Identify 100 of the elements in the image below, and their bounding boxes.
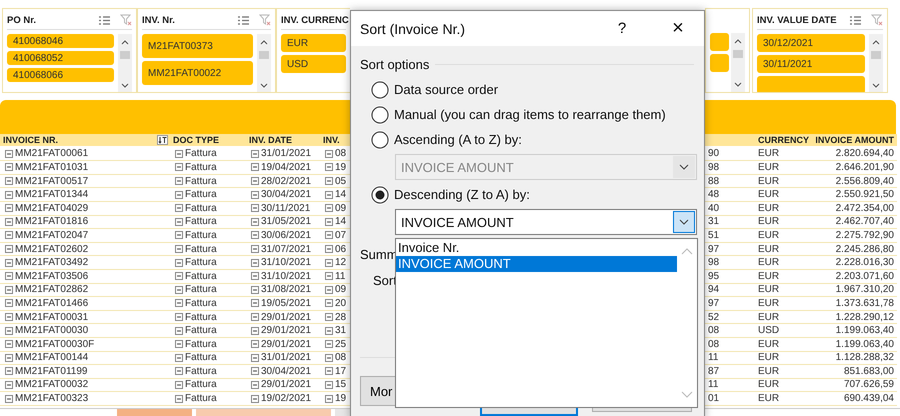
collapse-icon[interactable]: [175, 245, 183, 254]
collapse-icon[interactable]: [251, 340, 259, 348]
collapse-icon[interactable]: [325, 204, 333, 212]
collapse-icon[interactable]: [325, 394, 333, 403]
collapse-icon[interactable]: [5, 204, 13, 212]
collapse-icon[interactable]: [175, 218, 183, 226]
collapse-icon[interactable]: [5, 380, 13, 389]
multi-select-icon[interactable]: [849, 14, 861, 26]
collapse-icon[interactable]: [5, 258, 13, 267]
collapse-icon[interactable]: [5, 245, 13, 254]
collapse-icon[interactable]: [175, 272, 183, 280]
scrollbar-icon[interactable]: [257, 34, 271, 92]
collapse-icon[interactable]: [251, 394, 259, 403]
collapse-icon[interactable]: [5, 299, 13, 308]
collapse-icon[interactable]: [325, 286, 333, 294]
collapse-icon[interactable]: [175, 231, 183, 240]
collapse-icon[interactable]: [325, 245, 333, 254]
multi-select-icon[interactable]: [98, 14, 110, 26]
collapse-icon[interactable]: [175, 367, 183, 376]
collapse-icon[interactable]: [175, 354, 183, 362]
collapse-icon[interactable]: [251, 299, 259, 308]
slicer-item[interactable]: 410068052: [7, 51, 114, 65]
collapse-icon[interactable]: [175, 299, 183, 308]
multi-select-icon[interactable]: [237, 14, 249, 26]
collapse-icon[interactable]: [325, 150, 333, 158]
collapse-icon[interactable]: [5, 177, 13, 186]
collapse-icon[interactable]: [5, 218, 13, 226]
collapse-icon[interactable]: [251, 258, 259, 267]
scrollbar-icon[interactable]: [731, 33, 745, 92]
collapse-icon[interactable]: [175, 313, 183, 322]
collapse-icon[interactable]: [325, 190, 333, 199]
collapse-icon[interactable]: [251, 380, 259, 389]
collapse-icon[interactable]: [251, 150, 259, 158]
collapse-icon[interactable]: [175, 326, 183, 335]
collapse-icon[interactable]: [325, 218, 333, 226]
radio-button[interactable]: [371, 186, 389, 204]
option-label[interactable]: Descending (Z to A) by:: [394, 187, 530, 202]
collapse-icon[interactable]: [251, 218, 259, 226]
collapse-icon[interactable]: [251, 326, 259, 335]
collapse-icon[interactable]: [175, 190, 183, 199]
caret-icon[interactable]: [679, 219, 689, 225]
option-label[interactable]: Ascending (A to Z) by:: [394, 132, 522, 147]
collapse-icon[interactable]: [175, 340, 183, 348]
collapse-icon[interactable]: [5, 313, 13, 322]
collapse-icon[interactable]: [5, 190, 13, 199]
slicer-item[interactable]: 410068066: [7, 68, 114, 82]
dropdown-item[interactable]: INVOICE AMOUNT: [396, 256, 677, 272]
option-label[interactable]: Manual (you can drag items to rearrange them): [394, 107, 666, 122]
collapse-icon[interactable]: [175, 394, 183, 403]
collapse-icon[interactable]: [175, 177, 183, 186]
collapse-icon[interactable]: [251, 313, 259, 322]
collapse-icon[interactable]: [175, 163, 183, 172]
help-button[interactable]: ?: [612, 20, 632, 37]
collapse-icon[interactable]: [175, 286, 183, 294]
collapse-icon[interactable]: [5, 326, 13, 335]
collapse-icon[interactable]: [251, 245, 259, 254]
collapse-icon[interactable]: [5, 272, 13, 280]
collapse-icon[interactable]: [175, 204, 183, 212]
collapse-icon[interactable]: [251, 272, 259, 280]
collapse-icon[interactable]: [251, 177, 259, 186]
radio-button[interactable]: [371, 130, 389, 148]
collapse-icon[interactable]: [251, 204, 259, 212]
collapse-icon[interactable]: [325, 326, 333, 335]
collapse-icon[interactable]: [325, 272, 333, 280]
collapse-icon[interactable]: [251, 367, 259, 376]
collapse-icon[interactable]: [325, 354, 333, 362]
collapse-icon[interactable]: [325, 313, 333, 322]
collapse-icon[interactable]: [5, 231, 13, 240]
collapse-icon[interactable]: [5, 354, 13, 362]
sort-filter-icon[interactable]: [157, 135, 168, 145]
slicer-item[interactable]: 410068046: [7, 34, 114, 48]
option-label[interactable]: Data source order: [394, 82, 498, 97]
collapse-icon[interactable]: [5, 367, 13, 376]
collapse-icon[interactable]: [175, 258, 183, 267]
radio-button[interactable]: [371, 106, 389, 124]
collapse-icon[interactable]: [175, 380, 183, 389]
collapse-icon[interactable]: [325, 380, 333, 389]
collapse-icon[interactable]: [5, 286, 13, 294]
slicer-item[interactable]: MM21FAT00022: [142, 61, 253, 85]
collapse-icon[interactable]: [325, 340, 333, 348]
slicer-item[interactable]: 30/11/2021: [757, 55, 865, 73]
slicer-item[interactable]: 30/12/2021: [757, 34, 865, 52]
collapse-icon[interactable]: [251, 354, 259, 362]
collapse-icon[interactable]: [5, 394, 13, 403]
dropdown-item[interactable]: Invoice Nr.: [396, 240, 677, 256]
collapse-icon[interactable]: [251, 190, 259, 199]
collapse-icon[interactable]: [325, 258, 333, 267]
slicer-item[interactable]: M21FAT00373: [142, 34, 253, 58]
collapse-icon[interactable]: [325, 163, 333, 172]
collapse-icon[interactable]: [251, 231, 259, 240]
collapse-icon[interactable]: [325, 231, 333, 240]
collapse-icon[interactable]: [325, 367, 333, 376]
collapse-icon[interactable]: [251, 163, 259, 172]
collapse-icon[interactable]: [325, 177, 333, 186]
collapse-icon[interactable]: [251, 286, 259, 294]
slicer-item[interactable]: EUR: [281, 34, 346, 52]
collapse-icon[interactable]: [5, 340, 13, 348]
collapse-icon[interactable]: [175, 150, 183, 158]
radio-button[interactable]: [371, 80, 389, 98]
scrollbar-icon[interactable]: [118, 34, 132, 92]
